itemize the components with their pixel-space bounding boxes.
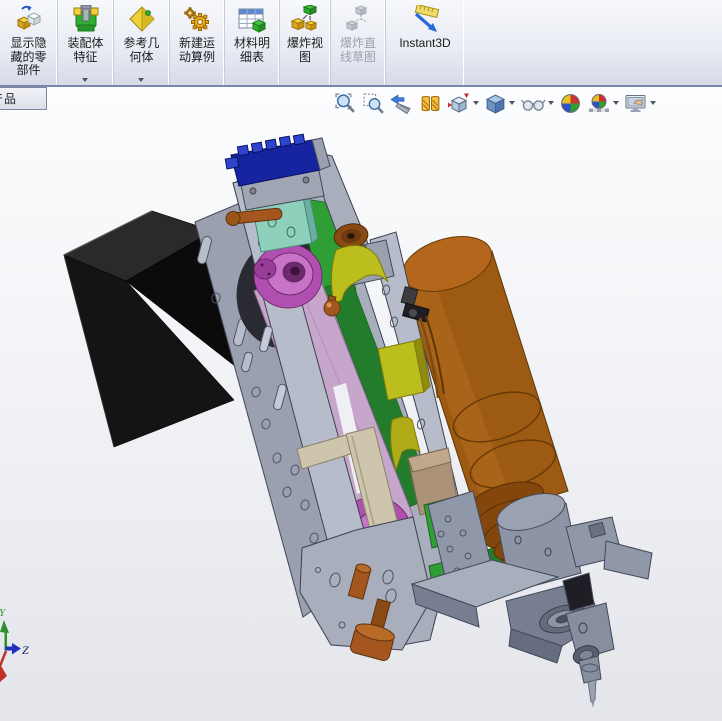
drill-chuck[interactable] xyxy=(565,602,615,684)
triad-z-label: Z xyxy=(22,643,29,657)
drill-bit[interactable] xyxy=(587,679,597,708)
assembly-model[interactable]: Y Z xyxy=(0,0,722,721)
coordinate-triad: Y Z xyxy=(0,607,29,682)
upper-pulley[interactable] xyxy=(253,243,323,309)
triad-y-label: Y xyxy=(0,607,7,619)
